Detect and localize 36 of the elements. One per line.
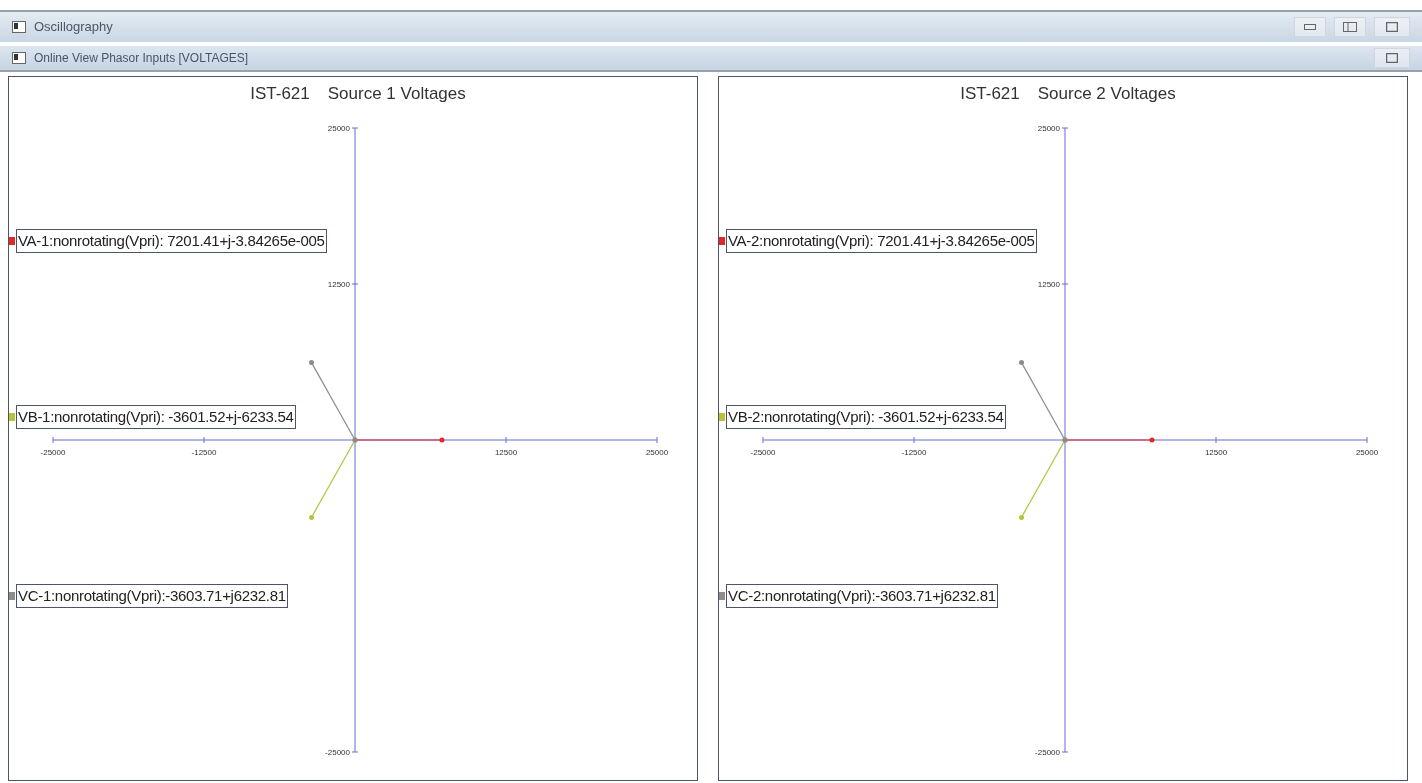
device-name: IST-621 <box>960 83 1020 105</box>
maximize-button[interactable] <box>1374 48 1410 68</box>
phasor-label: VB-2:nonrotating(Vpri): -3601.52+j-6233.54 <box>726 405 1006 429</box>
chart-title: Source 2 Voltages <box>1037 83 1176 105</box>
phasor-label: VA-1:nonrotating(Vpri): 7201.41+j-3.84265e-005 <box>16 229 327 253</box>
tick-label: 25000 <box>645 448 669 457</box>
maximize-icon <box>1386 22 1398 32</box>
restore-button[interactable] <box>1334 17 1366 37</box>
phasor-label: VB-1:nonrotating(Vpri): -3601.52+j-6233.54 <box>16 405 296 429</box>
tick-label: -25000 <box>40 448 66 457</box>
tick-label: 25000 <box>1355 448 1379 457</box>
chart-title: Source 1 Voltages <box>327 83 466 105</box>
window-title: Oscillography <box>34 18 113 37</box>
maximize-button[interactable] <box>1374 17 1410 37</box>
tick-label: 12500 <box>1037 280 1060 289</box>
tick-label: -12500 <box>901 448 927 457</box>
maximize-icon <box>1386 53 1398 63</box>
minimize-button[interactable] <box>1294 17 1326 37</box>
subwindow-title: Online View Phasor Inputs [VOLTAGES] <box>34 50 249 67</box>
restore-icon <box>1343 22 1357 32</box>
tick-label: -12500 <box>191 448 217 457</box>
phasor-label: VC-1:nonrotating(Vpri):-3603.71+j6232.81 <box>16 584 288 608</box>
tick-label: 12500 <box>494 448 518 457</box>
tick-label: -25000 <box>325 748 350 757</box>
window-icon <box>12 52 26 64</box>
phasor-label: VC-2:nonrotating(Vpri):-3603.71+j6232.81 <box>726 584 998 608</box>
device-name: IST-621 <box>250 83 310 105</box>
tick-label: -25000 <box>1035 748 1060 757</box>
minimize-icon <box>1304 24 1316 30</box>
tick-label: 25000 <box>1037 124 1060 133</box>
phasor-label: VA-2:nonrotating(Vpri): 7201.41+j-3.84265e-005 <box>726 229 1037 253</box>
tick-label: 12500 <box>1204 448 1228 457</box>
tick-label: 25000 <box>327 124 350 133</box>
tick-label: -25000 <box>750 448 776 457</box>
window-icon <box>12 21 26 33</box>
tick-label: 12500 <box>327 280 350 289</box>
